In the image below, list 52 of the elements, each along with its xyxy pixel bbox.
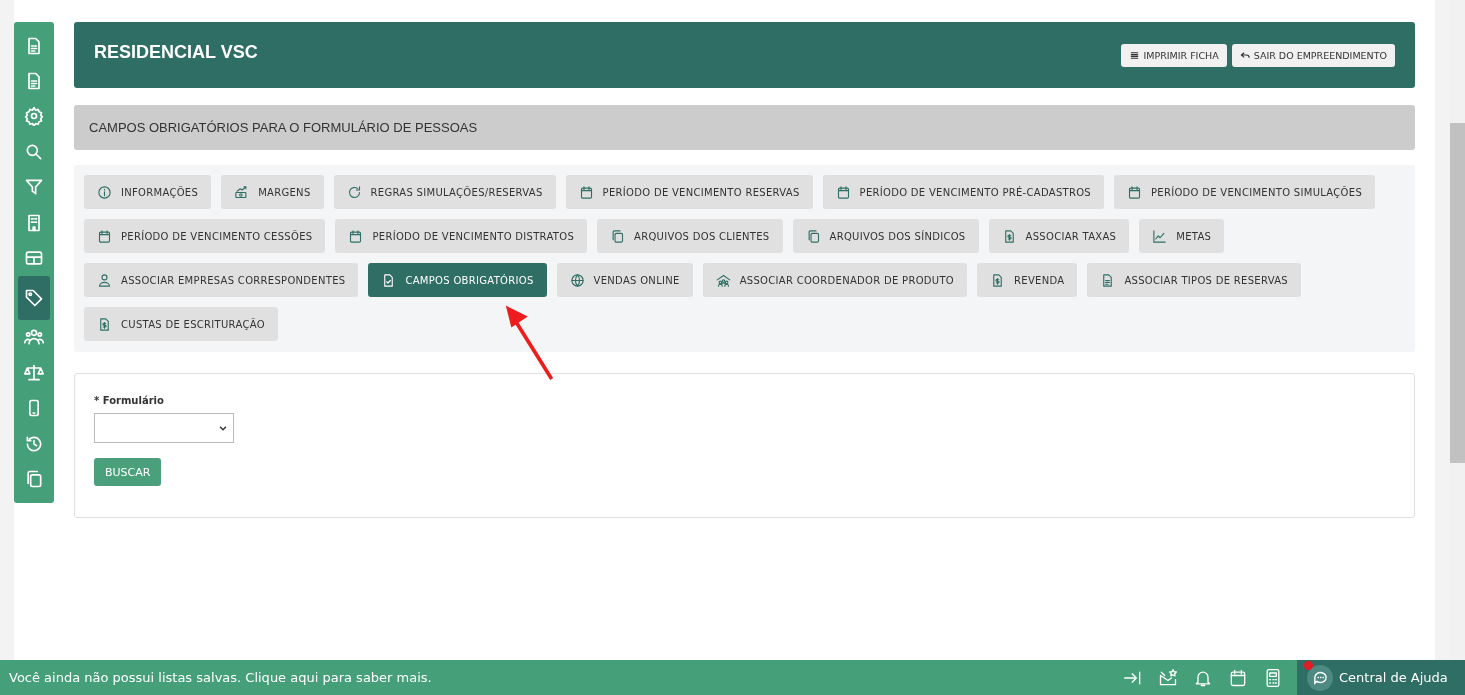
tab[interactable]: ASSOCIAR TAXAS <box>988 219 1130 253</box>
tab[interactable]: METAS <box>1139 219 1225 253</box>
mail-star-icon[interactable] <box>1158 667 1178 688</box>
tab[interactable]: ARQUIVOS DOS SÍNDICOS <box>792 219 979 253</box>
tab[interactable]: PERÍODO DE VENCIMENTO SIMULAÇÕES <box>1114 175 1376 209</box>
tab[interactable]: PERÍODO DE VENCIMENTO PRÉ-CADASTROS <box>822 175 1104 209</box>
tab[interactable]: VENDAS ONLINE <box>556 263 693 297</box>
help-center-button[interactable]: Central de Ajuda <box>1297 660 1465 695</box>
tab[interactable]: ARQUIVOS DOS CLIENTES <box>597 219 783 253</box>
calendar-icon <box>97 228 112 244</box>
calendar-icon <box>578 184 594 200</box>
settings-icon <box>24 106 44 127</box>
tab[interactable]: ASSOCIAR EMPRESAS CORRESPONDENTES <box>84 263 359 297</box>
invoice-icon <box>97 316 112 332</box>
tab[interactable]: MARGENS <box>221 175 324 209</box>
calendar-icon[interactable] <box>1228 667 1248 688</box>
line-chart-icon <box>1152 228 1168 244</box>
chevron-down-icon <box>218 423 228 433</box>
info-icon <box>97 184 112 200</box>
refresh-icon <box>346 184 362 200</box>
copy-icon <box>24 469 44 489</box>
field-label: * Formulário <box>94 395 164 406</box>
chat-icon <box>1307 664 1333 691</box>
copy-icon <box>805 228 821 244</box>
money-icon <box>234 184 250 200</box>
copy-icon <box>610 228 626 244</box>
reply-icon <box>1239 50 1251 61</box>
calendar-icon <box>1127 184 1142 200</box>
globe-icon <box>569 272 585 288</box>
tab[interactable]: PERÍODO DE VENCIMENTO CESSÕES <box>84 219 326 253</box>
list-icon <box>1129 50 1141 61</box>
sidebar-item[interactable] <box>18 275 50 320</box>
calendar-icon <box>348 228 364 244</box>
tab[interactable]: INFORMAÇÕES <box>84 175 212 209</box>
header-button[interactable]: IMPRIMIR FICHA <box>1121 44 1227 67</box>
select-field[interactable] <box>94 413 234 443</box>
tab[interactable]: CAMPOS OBRIGATÓRIOS <box>368 263 547 297</box>
calendar-icon <box>835 184 851 200</box>
tab[interactable]: REVENDA <box>977 263 1078 297</box>
user-icon <box>97 272 112 288</box>
tab[interactable]: CUSTAS DE ESCRITURAÇÃO <box>84 307 278 341</box>
tab[interactable]: PERÍODO DE VENCIMENTO DISTRATOS <box>335 219 588 253</box>
tab[interactable]: ASSOCIAR COORDENADOR DE PRODUTO <box>702 263 968 297</box>
header-button[interactable]: SAIR DO EMPREENDIMENTO <box>1231 44 1395 67</box>
people-icon <box>715 272 731 288</box>
page-title: RESIDENCIAL VSC <box>94 42 258 63</box>
scale-icon <box>24 362 44 383</box>
tag-icon <box>24 287 44 308</box>
tab[interactable]: ASSOCIAR TIPOS DE RESERVAS <box>1087 263 1301 297</box>
tab[interactable]: REGRAS SIMULAÇÕES/RESERVAS <box>333 175 556 209</box>
tab[interactable]: PERÍODO DE VENCIMENTO RESERVAS <box>565 175 813 209</box>
section-title: CAMPOS OBRIGATÓRIOS PARA O FORMULÁRIO DE PESSOAS <box>89 120 478 135</box>
